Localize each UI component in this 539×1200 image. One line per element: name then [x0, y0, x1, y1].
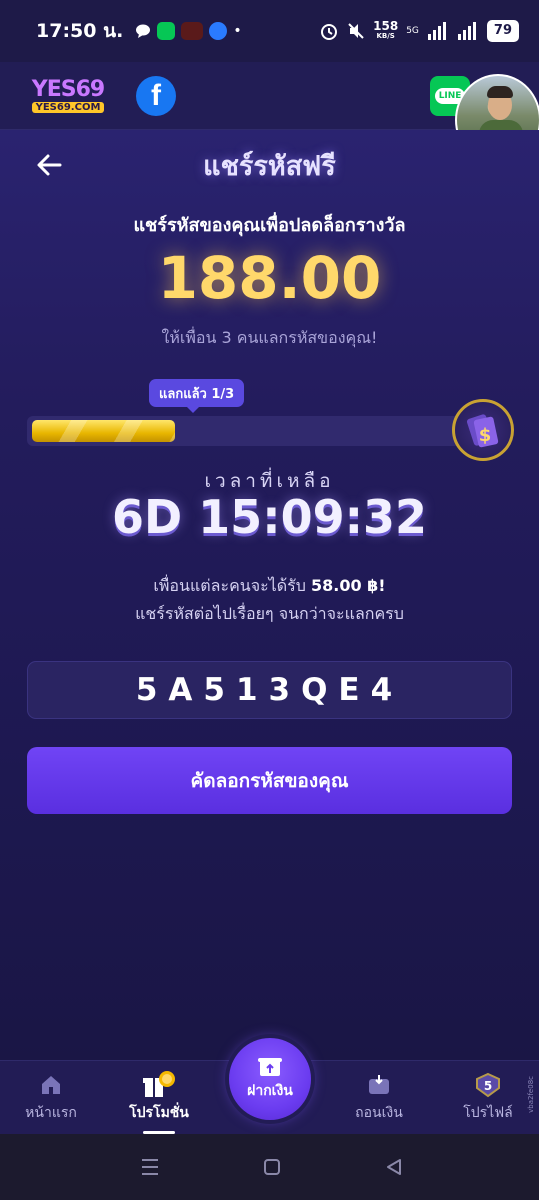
nav-promotion[interactable]: โปรโมชั่น: [122, 1061, 196, 1135]
network-speed: 158 KB/S: [373, 19, 399, 40]
messenger-icon: [209, 22, 228, 40]
version-tag: vba2fe08c: [527, 1076, 535, 1113]
friend-reward-text: เพื่อนแต่ละคนจะได้รับ: [153, 576, 306, 595]
deposit-icon: [258, 1058, 282, 1076]
progress-fill: [32, 420, 175, 442]
nav-profile-label: โปรไฟล์: [463, 1105, 513, 1121]
logo-subtext: YES69.COM: [31, 101, 105, 113]
keep-sharing-text: แชร์รหัสต่อไปเรื่อยๆ จนกว่าจะแลกครบ: [135, 604, 404, 623]
status-time: 17:50 น.: [36, 20, 124, 42]
copy-code-button[interactable]: คัดลอกรหัสของคุณ: [27, 747, 512, 814]
gift-icon: [141, 1071, 177, 1098]
avatar-hair: [487, 86, 513, 98]
yes69-logo[interactable]: YES69 YES69.COM: [22, 76, 114, 116]
app-notification-icon: [181, 22, 204, 40]
deposit-label: ฝากเงิน: [247, 1083, 293, 1099]
chat-bubble-icon: [136, 24, 151, 38]
home-nav-icon[interactable]: [263, 1158, 281, 1176]
nav-withdraw[interactable]: ถอนเงิน: [346, 1061, 412, 1135]
nav-home-label: หน้าแรก: [25, 1105, 77, 1121]
battery-indicator: 79: [486, 20, 519, 42]
home-icon: [39, 1072, 63, 1098]
invite-text: ให้เพื่อน 3 คนแลกรหัสของคุณ!: [161, 328, 378, 347]
countdown-timer: 6D 15:09:32: [111, 490, 428, 544]
reward-amount: 188.00: [157, 244, 382, 312]
nav-home[interactable]: หน้าแรก: [18, 1061, 84, 1135]
profile-level-icon: 5: [473, 1072, 503, 1098]
facebook-icon[interactable]: f: [136, 75, 176, 116]
network-type: 5G: [406, 26, 419, 36]
recent-apps-icon[interactable]: [140, 1158, 160, 1176]
cash-prize-icon: $: [452, 399, 514, 461]
line-app-icon: [157, 22, 176, 40]
nav-profile[interactable]: 5 โปรไฟล์: [455, 1061, 521, 1135]
nav-withdraw-label: ถอนเงิน: [355, 1105, 403, 1121]
signal-icon: [427, 22, 446, 40]
friend-reward-amount: 58.00 ฿!: [310, 576, 386, 595]
svg-text:5: 5: [484, 1079, 492, 1093]
logo-text: YES69: [31, 76, 105, 102]
status-bar: 17:50 น. • 158 KB/S 5G 79: [0, 0, 539, 62]
page-title: แชร์รหัสฟรี: [203, 151, 336, 182]
back-nav-icon[interactable]: [385, 1158, 403, 1176]
friend-reward-line: เพื่อนแต่ละคนจะได้รับ 58.00 ฿!: [0, 574, 539, 599]
mute-icon: [348, 23, 364, 39]
status-app-icons: •: [135, 22, 242, 40]
share-subtitle: แชร์รหัสของคุณเพื่อปลดล็อกรางวัล: [133, 215, 406, 236]
wallet-icon: [367, 1072, 391, 1098]
share-code-box[interactable]: 5A513QE4: [27, 661, 512, 719]
signal-icon-2: [457, 22, 476, 40]
nav-promotion-label: โปรโมชั่น: [129, 1105, 189, 1121]
deposit-button[interactable]: ฝากเงิน: [229, 1038, 311, 1120]
alarm-icon: [321, 24, 338, 40]
share-code-page: แชร์รหัสฟรี แชร์รหัสของคุณเพื่อปลดล็อกรา…: [0, 130, 539, 1060]
status-right: 158 KB/S 5G 79: [319, 20, 519, 42]
more-dot-icon: •: [233, 23, 242, 39]
android-nav-bar: [0, 1134, 539, 1200]
svg-text:$: $: [479, 425, 492, 446]
redeemed-progress-tag: แลกแล้ว 1/3: [149, 379, 245, 413]
progress-bar: [27, 416, 467, 446]
